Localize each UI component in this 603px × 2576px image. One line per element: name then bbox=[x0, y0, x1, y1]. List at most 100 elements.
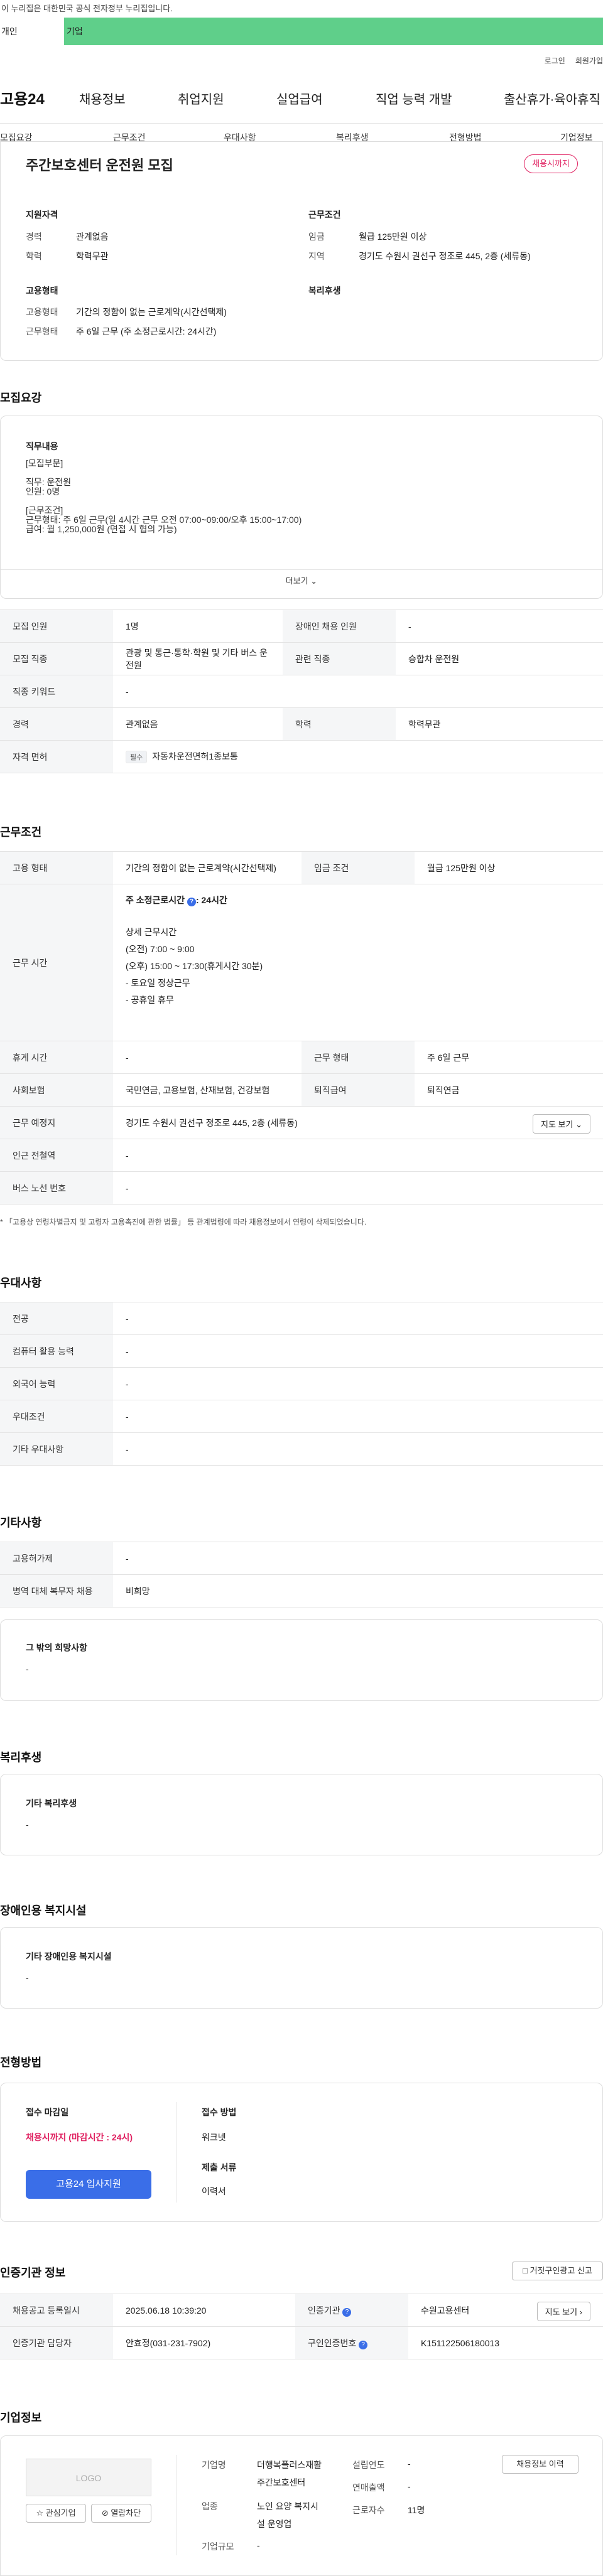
block-icon: ⊘ bbox=[101, 2508, 109, 2518]
edu-label: 학력 bbox=[26, 251, 42, 261]
gov-banner: 이 누리집은 대한민국 공식 전자정부 누리집입니다. bbox=[0, 0, 603, 18]
desc-line: 근무형태: 주 6일 근무(일 4시간 근무 오전 07:00~09:00/오후… bbox=[26, 515, 302, 525]
tab-individual[interactable]: 개인 bbox=[0, 18, 64, 45]
row-value: 경기도 수원시 권선구 정조로 445, 2층 (세류동) 지도 보기 ⌄ bbox=[113, 1106, 603, 1139]
row-label: 구인인증번호 ? bbox=[295, 2326, 408, 2359]
row-label: 외국어 능력 bbox=[0, 1367, 113, 1400]
table-row: 직종 키워드 - bbox=[0, 675, 603, 708]
row-label: 인증기관 담당자 bbox=[0, 2326, 113, 2359]
row-value: 필수 자동차운전면허1종보통 bbox=[113, 740, 603, 773]
history-button[interactable]: 채용정보 이력 bbox=[502, 2455, 579, 2474]
table-row: 모집 인원 1명 장애인 채용 인원 - bbox=[0, 609, 603, 643]
site-logo[interactable]: 고용24 bbox=[0, 87, 45, 109]
est-label: 설립연도 bbox=[352, 2460, 385, 2470]
required-pill: 필수 bbox=[126, 751, 148, 763]
exp-label: 경력 bbox=[26, 232, 42, 242]
row-label: 학력 bbox=[283, 707, 396, 741]
gnb-item[interactable]: 실업급여 bbox=[276, 89, 323, 107]
row-value: 기간의 정함이 없는 근로계약(시간선택제) bbox=[113, 851, 302, 884]
report-icon: □ bbox=[523, 2266, 528, 2275]
section-heading-welfare: 복리후생 bbox=[0, 1751, 42, 1764]
agency-map-button[interactable]: 지도 보기 › bbox=[536, 2302, 590, 2321]
desc-line bbox=[26, 468, 302, 478]
info-icon[interactable]: ? bbox=[342, 2307, 352, 2317]
emp-value: 11명 bbox=[408, 2505, 425, 2515]
size-label: 기업규모 bbox=[202, 2541, 234, 2552]
gnb-item[interactable]: 직업 능력 개발 bbox=[376, 89, 452, 107]
row-label: 인증기관 ? bbox=[295, 2294, 408, 2327]
exp-value: 관계없음 bbox=[76, 232, 109, 242]
disabled-box-value: - bbox=[26, 1973, 29, 1983]
block-label: 열람차단 bbox=[111, 2508, 141, 2518]
welfare-box-heading: 기타 복리후생 bbox=[26, 1798, 77, 1808]
info-icon[interactable]: ? bbox=[359, 2340, 368, 2349]
gnb-item[interactable]: 출산휴가·육아휴직 bbox=[504, 89, 600, 107]
map-button-label: 지도 보기 bbox=[541, 1120, 573, 1129]
other-wishes-box: 그 밖의 희망사항 - bbox=[0, 1619, 603, 1701]
row-label: 채용공고 등록일시 bbox=[0, 2294, 113, 2327]
map-button[interactable]: 지도 보기 ⌄ bbox=[533, 1114, 590, 1134]
row-value: - bbox=[113, 1367, 603, 1400]
tab-business[interactable]: 기업 bbox=[64, 18, 603, 45]
page: { "gov_banner":"이 누리집은 대한민국 공식 전자정부 누리집입… bbox=[0, 0, 603, 2576]
row-value: - bbox=[113, 1171, 603, 1205]
desc-line: [근무조건] bbox=[26, 505, 63, 515]
loc-label: 지역 bbox=[308, 251, 325, 261]
row-label: 인근 전철역 bbox=[0, 1139, 113, 1172]
row-value: K151122506180013 bbox=[408, 2326, 603, 2359]
table-row: 전공 - bbox=[0, 1302, 603, 1335]
row-value: - bbox=[113, 675, 603, 708]
job-desc-title: 직무내용 bbox=[26, 441, 58, 451]
row-value: - bbox=[113, 1400, 603, 1433]
row-value: 관계없음 bbox=[113, 707, 283, 741]
row-label: 퇴직급여 bbox=[302, 1073, 415, 1107]
gnb-item[interactable]: 채용정보 bbox=[79, 89, 126, 107]
row-label: 근무 형태 bbox=[302, 1041, 415, 1074]
section-heading-etc: 기타사항 bbox=[0, 1516, 42, 1529]
join-link[interactable]: 회원가입 bbox=[575, 56, 603, 65]
docs-value: 이력서 bbox=[202, 2186, 226, 2196]
hours-line: - 공휴일 휴무 bbox=[126, 995, 174, 1005]
row-value: 수원고용센터 지도 보기 › bbox=[408, 2294, 603, 2327]
row-label: 모집 직종 bbox=[0, 642, 113, 675]
wage-value: 월급 125만원 이상 bbox=[359, 232, 427, 242]
report-button[interactable]: □ 거짓구인광고 신고 bbox=[512, 2262, 603, 2280]
hours-week-value: : 24시간 bbox=[195, 895, 227, 905]
worktype-value: 주 6일 근무 (주 소정근로시간: 24시간) bbox=[76, 326, 217, 336]
recruit-table: 모집 인원 1명 장애인 채용 인원 - 모집 직종 관광 및 통근·통학·학원 및 기… bbox=[0, 609, 603, 773]
disabled-box: 기타 장애인용 복지시설 - bbox=[0, 1927, 603, 2009]
row-value: - bbox=[113, 1334, 603, 1368]
row-value: 학력무관 bbox=[396, 707, 603, 741]
row-value: - bbox=[396, 609, 603, 643]
favorite-button[interactable]: ☆ 관심기업 bbox=[26, 2504, 86, 2523]
row-label: 장애인 채용 인원 bbox=[283, 609, 396, 643]
table-row: 사회보험 국민연금, 고용보험, 산재보험, 건강보험 퇴직급여 퇴직연금 bbox=[0, 1073, 603, 1107]
row-label: 직종 키워드 bbox=[0, 675, 113, 708]
row-label: 근무 예정지 bbox=[0, 1106, 113, 1139]
hours-detail-heading: 상세 근무시간 bbox=[126, 927, 177, 937]
table-row: 병역 대체 복무자 채용 비희망 bbox=[0, 1574, 603, 1607]
process-box: 접수 마감일 채용시까지 (마감시간 : 24시) 고용24 입사지원 접수 방… bbox=[0, 2083, 603, 2222]
apply-button[interactable]: 고용24 입사지원 bbox=[26, 2170, 151, 2199]
block-button[interactable]: ⊘ 열람차단 bbox=[91, 2504, 151, 2523]
gnb-item[interactable]: 취업지원 bbox=[178, 89, 224, 107]
emp-heading: 고용형태 bbox=[26, 286, 58, 296]
info-icon[interactable]: ? bbox=[187, 898, 196, 906]
hours-line: - 토요일 정상근무 bbox=[126, 978, 190, 988]
login-link[interactable]: 로그인 bbox=[545, 56, 565, 65]
row-label: 컴퓨터 활용 능력 bbox=[0, 1334, 113, 1368]
map-button-label: 지도 보기 bbox=[545, 2307, 578, 2317]
method-value: 워크넷 bbox=[202, 2132, 226, 2142]
table-row: 근무 시간 주 소정근로시간 ?: 24시간 상세 근무시간 (오전) 7:00… bbox=[0, 884, 603, 1041]
row-value: - bbox=[113, 1302, 603, 1335]
rev-label: 연매출액 bbox=[352, 2482, 385, 2493]
job-title: 주간보호센터 운전원 모집 bbox=[26, 158, 173, 173]
hours-week-label: 주 소정근로시간 bbox=[126, 895, 185, 905]
wage-label: 임금 bbox=[308, 232, 325, 242]
section-heading-disabled: 장애인용 복지시설 bbox=[0, 1904, 87, 1917]
emptype-label: 고용형태 bbox=[26, 307, 58, 317]
deadline-heading: 접수 마감일 bbox=[26, 2107, 69, 2117]
more-button[interactable]: 더보기 ⌄ bbox=[1, 574, 602, 586]
desc-line bbox=[26, 496, 302, 506]
row-value: - bbox=[113, 1542, 603, 1575]
